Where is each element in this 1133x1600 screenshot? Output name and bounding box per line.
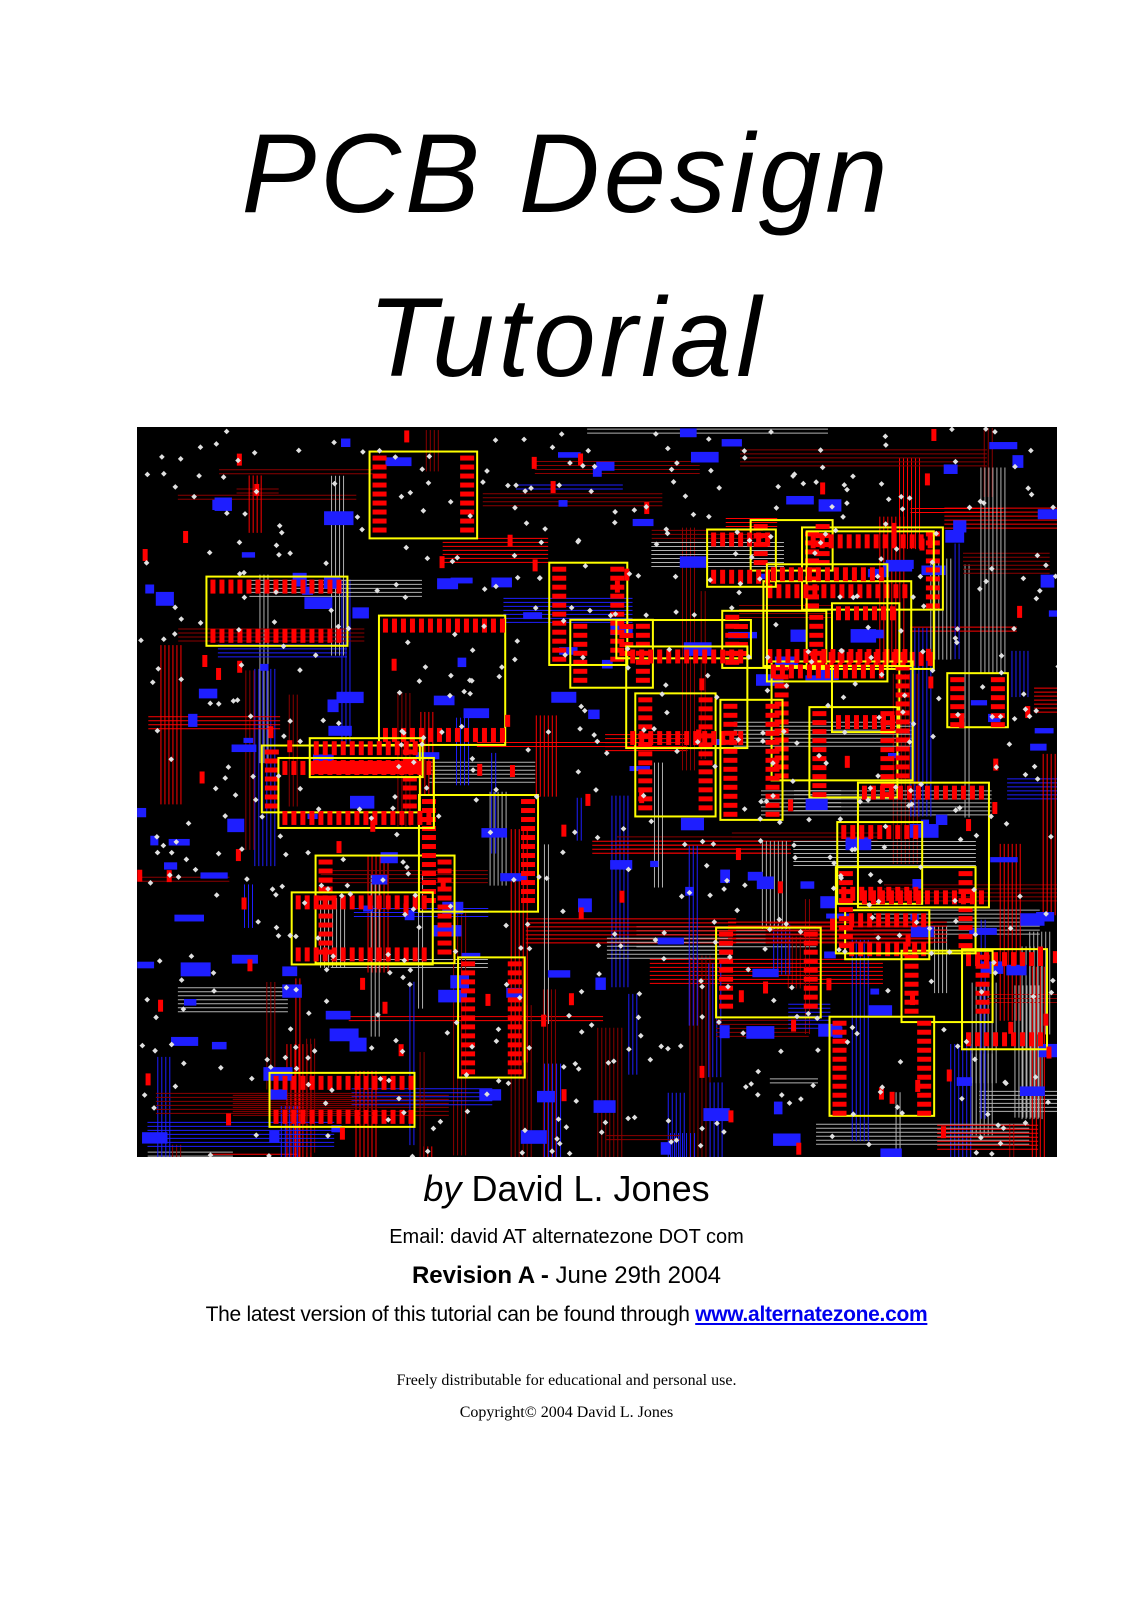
latest-version-text: The latest version of this tutorial can … <box>205 1303 690 1326</box>
license-note: Freely distributable for educational and… <box>396 1372 737 1389</box>
title-line-1: PCB Design <box>241 111 892 236</box>
title-line-2: Tutorial <box>367 275 766 400</box>
revision-label: Revision A - <box>411 1262 549 1289</box>
copyright-note: Copyright© 2004 David L. Jones <box>459 1404 674 1421</box>
byline-prefix: by <box>423 1168 462 1209</box>
revision-line: Revision A - June 29th 2004 <box>0 1262 1133 1290</box>
byline: by David L. Jones <box>0 1168 1133 1210</box>
latest-version-line: The latest version of this tutorial can … <box>0 1303 1133 1327</box>
author-email: Email: david AT alternatezone DOT com <box>389 1226 744 1248</box>
website-link[interactable]: www.alternatezone.com <box>695 1303 927 1326</box>
revision-date: June 29th 2004 <box>555 1262 722 1289</box>
pcb-layout-image <box>137 427 1057 1157</box>
author-name: David L. Jones <box>471 1168 710 1209</box>
